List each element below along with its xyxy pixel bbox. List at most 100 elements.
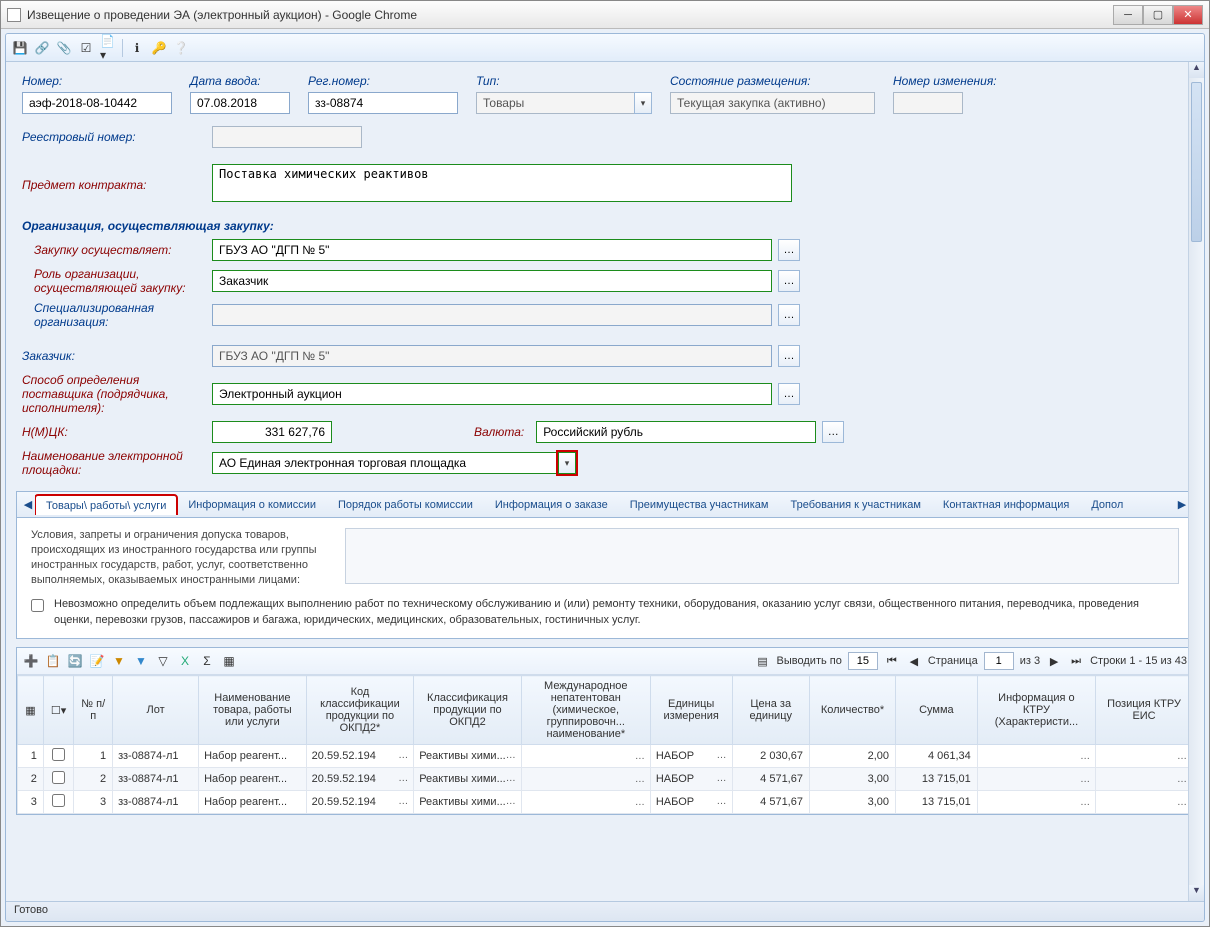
cell-lookup-icon[interactable]: … [506, 750, 516, 761]
grid-filter-clear-icon[interactable]: ▽ [155, 653, 171, 669]
grid-header-5[interactable]: Код классификации продукции по ОКПД2* [306, 676, 414, 745]
method-lookup-button[interactable]: … [778, 383, 800, 405]
conditions-textarea[interactable] [345, 528, 1179, 584]
grid-cell[interactable]: Реактивы хими...… [414, 768, 522, 791]
page-next-icon[interactable]: ▶ [1046, 653, 1062, 669]
grid-cell[interactable]: Набор реагент... [199, 745, 307, 768]
spec-input[interactable] [212, 304, 772, 326]
grid-cell[interactable]: 3,00 [809, 791, 895, 814]
grid-add-icon[interactable]: ➕ [23, 653, 39, 669]
cell-lookup-icon[interactable]: … [1177, 751, 1187, 762]
grid-cell[interactable]: … [1096, 791, 1193, 814]
method-input[interactable] [212, 383, 772, 405]
tab-0[interactable]: Товары\ работы\ услуги [35, 495, 177, 515]
scroll-down-icon[interactable]: ▼ [1189, 885, 1204, 901]
tab-3[interactable]: Информация о заказе [484, 494, 619, 515]
tab-5[interactable]: Требования к участникам [779, 494, 931, 515]
row-checkbox[interactable] [52, 748, 65, 761]
platform-select[interactable] [212, 452, 558, 474]
table-row[interactable]: 33зз-08874-л1Набор реагент...20.59.52.19… [18, 791, 1193, 814]
type-select[interactable] [476, 92, 634, 114]
row-checkbox[interactable] [52, 794, 65, 807]
link-icon[interactable]: 🔗 [34, 40, 50, 56]
checkbox-icon[interactable]: ☑ [78, 40, 94, 56]
change-input[interactable] [893, 92, 963, 114]
grid-header-10[interactable]: Количество* [809, 676, 895, 745]
cell-lookup-icon[interactable]: … [1177, 774, 1187, 785]
tab-7[interactable]: Допол [1080, 494, 1134, 515]
cell-lookup-icon[interactable]: … [506, 773, 516, 784]
grid-excel-icon[interactable]: X [177, 653, 193, 669]
grid-cell[interactable]: … [521, 791, 650, 814]
grid-cell[interactable]: 3 [74, 791, 113, 814]
grid-cell[interactable]: 2 [74, 768, 113, 791]
row-checkbox[interactable] [52, 771, 65, 784]
purchaser-input[interactable] [212, 239, 772, 261]
grid-cell[interactable]: 4 061,34 [896, 745, 978, 768]
grid-header-7[interactable]: Международное непатентован (химическое, … [521, 676, 650, 745]
chevron-down-icon[interactable]: ▾ [558, 452, 576, 474]
tab-scroll-left[interactable]: ◀ [21, 498, 35, 511]
grid-cell[interactable]: 20.59.52.194… [306, 745, 414, 768]
grid-header-3[interactable]: Лот [113, 676, 199, 745]
attach-icon[interactable]: 📎 [56, 40, 72, 56]
cell-lookup-icon[interactable]: … [398, 773, 408, 784]
grid-cell[interactable]: 13 715,01 [896, 768, 978, 791]
grid-cell[interactable]: Набор реагент... [199, 791, 307, 814]
grid-header-11[interactable]: Сумма [896, 676, 978, 745]
cell-lookup-icon[interactable]: … [635, 774, 645, 785]
nmck-input[interactable] [212, 421, 332, 443]
cell-lookup-icon[interactable]: … [717, 750, 727, 761]
grid-cell[interactable]: … [977, 768, 1095, 791]
close-button[interactable]: ✕ [1173, 5, 1203, 25]
chevron-down-icon[interactable]: ▾ [634, 92, 652, 114]
grid-cell[interactable]: … [521, 768, 650, 791]
grid-cell[interactable]: 4 571,67 [732, 768, 809, 791]
key-icon[interactable]: 🔑 [151, 40, 167, 56]
grid-cell[interactable]: зз-08874-л1 [113, 768, 199, 791]
number-input[interactable] [22, 92, 172, 114]
grid-columns-icon[interactable]: ▦ [221, 653, 237, 669]
grid-header-2[interactable]: № п/п [74, 676, 113, 745]
cell-lookup-icon[interactable]: … [717, 796, 727, 807]
customer-lookup-button[interactable]: … [778, 345, 800, 367]
grid-cell[interactable]: НАБОР… [650, 768, 732, 791]
currency-input[interactable] [536, 421, 816, 443]
grid-header-12[interactable]: Информация о КТРУ (Характеристи... [977, 676, 1095, 745]
scrollbar[interactable]: ▲ ▼ [1188, 62, 1204, 901]
grid-cell[interactable]: 1 [74, 745, 113, 768]
grid-copy-icon[interactable]: 📋 [45, 653, 61, 669]
currency-lookup-button[interactable]: … [822, 421, 844, 443]
grid-cell[interactable]: зз-08874-л1 [113, 745, 199, 768]
grid-refresh-icon[interactable]: 🔄 [67, 653, 83, 669]
cell-lookup-icon[interactable]: … [1177, 797, 1187, 808]
grid-cell[interactable]: Реактивы хими...… [414, 791, 522, 814]
grid-cell[interactable]: 2 030,67 [732, 745, 809, 768]
impossible-checkbox[interactable] [31, 599, 44, 612]
maximize-button[interactable]: ▢ [1143, 5, 1173, 25]
grid-cell[interactable] [43, 745, 74, 768]
grid-header-9[interactable]: Цена за единицу [732, 676, 809, 745]
grid-header-4[interactable]: Наименование товара, работы или услуги [199, 676, 307, 745]
cell-lookup-icon[interactable]: … [398, 750, 408, 761]
tab-4[interactable]: Преимущества участникам [619, 494, 780, 515]
grid-cell[interactable]: … [1096, 745, 1193, 768]
grid-cell[interactable]: 3,00 [809, 768, 895, 791]
date-input[interactable] [190, 92, 290, 114]
export-icon[interactable]: 📄▾ [100, 40, 116, 56]
grid-cell[interactable]: 20.59.52.194… [306, 768, 414, 791]
grid-cell[interactable]: Набор реагент... [199, 768, 307, 791]
cell-lookup-icon[interactable]: … [1080, 774, 1090, 785]
grid-cell[interactable]: … [1096, 768, 1193, 791]
minimize-button[interactable]: ─ [1113, 5, 1143, 25]
cell-lookup-icon[interactable]: … [1080, 797, 1090, 808]
role-input[interactable] [212, 270, 772, 292]
table-row[interactable]: 22зз-08874-л1Набор реагент...20.59.52.19… [18, 768, 1193, 791]
registry-input[interactable] [212, 126, 362, 148]
grid-corner-icon[interactable]: ▦ [25, 705, 35, 717]
grid-filter-icon[interactable]: ▼ [111, 653, 127, 669]
grid-cell[interactable] [43, 768, 74, 791]
output-by-input[interactable] [848, 652, 878, 670]
grid-header-13[interactable]: Позиция КТРУ ЕИС [1096, 676, 1193, 745]
cell-lookup-icon[interactable]: … [398, 796, 408, 807]
